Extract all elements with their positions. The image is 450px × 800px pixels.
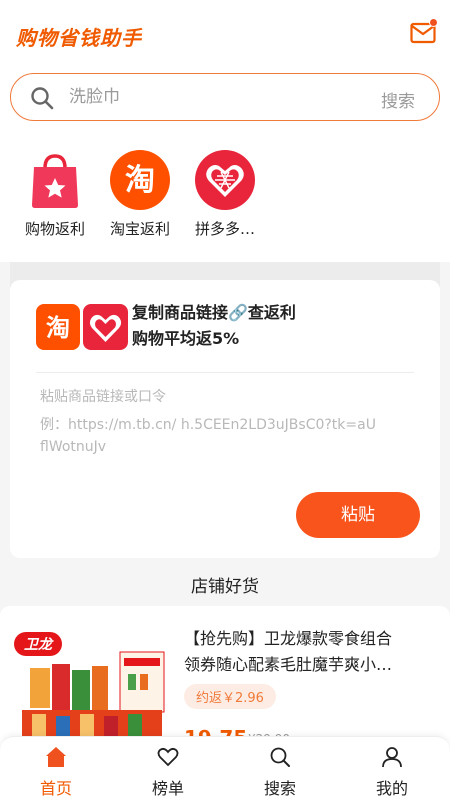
category-shopping-rebate[interactable]: 购物返利	[15, 150, 95, 239]
tab-label: 搜索	[263, 779, 296, 798]
search-section: 搜索	[0, 70, 450, 140]
heart-icon	[156, 745, 180, 769]
search-input[interactable]	[69, 74, 369, 120]
tab-search[interactable]: 搜索	[224, 737, 336, 800]
category-label: 拼多多…	[194, 220, 255, 238]
tab-label: 首页	[39, 779, 72, 798]
category-label: 淘宝返利	[109, 220, 170, 238]
taobao-icon: 淘	[110, 150, 170, 210]
home-icon	[44, 745, 68, 769]
app-header: 购物省钱助手	[0, 0, 450, 70]
product-title-line2: 领券随心配素毛肚魔芋爽小…	[184, 655, 393, 674]
search-icon	[29, 85, 55, 111]
bottom-tab-bar: 首页 榜单 搜索 我的	[0, 736, 450, 800]
category-label: 购物返利	[24, 220, 85, 238]
paste-button[interactable]: 粘贴	[296, 492, 420, 538]
product-title-line1: 【抢先购】卫龙爆款零食组合	[184, 629, 393, 648]
divider	[36, 372, 414, 373]
notification-dot	[429, 18, 438, 27]
tab-label: 我的	[375, 779, 408, 798]
product-card[interactable]: 卫龙 【抢先购】卫龙爆款零食组合 领券随心配素毛肚魔芋爽小… 约返￥2.96 1…	[0, 606, 450, 750]
person-icon	[380, 745, 404, 769]
search-bar[interactable]: 搜索	[10, 73, 440, 121]
rebate-badge: 约返￥2.96	[184, 684, 276, 709]
copy-link-text: 复制商品链接🔗查返利 购物平均返5%	[132, 300, 296, 352]
average-rebate-text: 购物平均返5%	[132, 329, 240, 348]
app-title: 购物省钱助手	[16, 26, 142, 50]
taobao-logo-glyph: 淘	[46, 314, 70, 342]
brand-logo-text: 卫龙	[24, 636, 54, 653]
tab-label: 榜单	[151, 779, 184, 798]
search-icon	[268, 745, 292, 769]
category-pinduoduo[interactable]: 拼多多…	[185, 150, 265, 239]
search-button[interactable]: 搜索	[381, 87, 415, 112]
section-title: 店铺好货	[191, 577, 259, 597]
tab-ranking[interactable]: 榜单	[112, 737, 224, 800]
taobao-glyph: 淘	[125, 163, 155, 198]
tab-mine[interactable]: 我的	[336, 737, 448, 800]
category-taobao-rebate[interactable]: 淘 淘宝返利	[100, 150, 180, 239]
link-rebate-panel: 淘 复制商品链接🔗查返利 购物平均返5% 粘贴商品链接或口令 例：https:/…	[10, 280, 440, 558]
platform-logos: 淘	[36, 304, 128, 350]
mail-icon[interactable]	[410, 18, 438, 44]
shopping-bag-icon	[25, 150, 85, 210]
tab-home[interactable]: 首页	[0, 737, 112, 800]
category-row: 购物返利 淘 淘宝返利 拼多多…	[0, 140, 450, 262]
copy-link-title: 复制商品链接🔗查返利	[132, 303, 296, 322]
paste-hint[interactable]: 粘贴商品链接或口令	[40, 386, 166, 406]
product-image[interactable]: 卫龙	[12, 618, 172, 746]
pinduoduo-icon	[195, 150, 255, 210]
paste-example[interactable]: 例：https://m.tb.cn/ h.5CEEn2LD3uJBsC0?tk=…	[40, 414, 380, 458]
product-title[interactable]: 【抢先购】卫龙爆款零食组合 领券随心配素毛肚魔芋爽小…	[184, 626, 434, 678]
